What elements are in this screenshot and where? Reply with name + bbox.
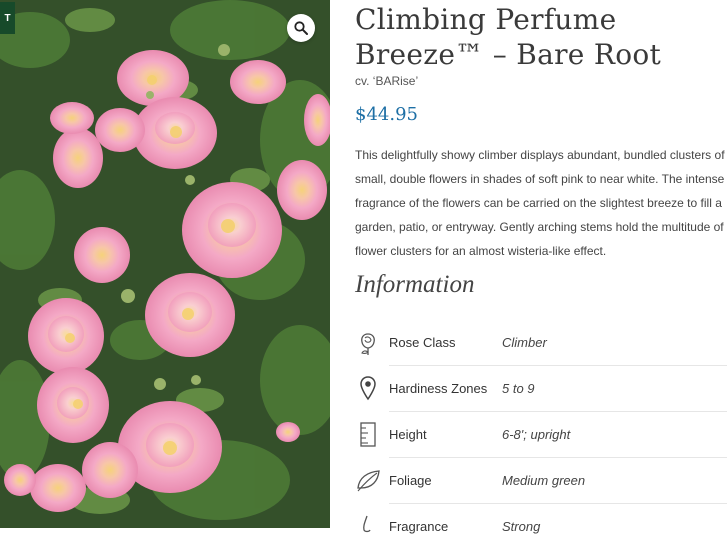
map-pin-icon (360, 376, 376, 401)
product-title-line-2: Breeze™ – Bare Root (355, 38, 662, 71)
info-value: 6-8'; upright (502, 427, 571, 442)
description-line: This delightfully showy climber displays… (355, 148, 725, 162)
description-line: fragrance of the flowers can be carried … (355, 196, 722, 210)
info-row-fragrance: Fragrance Strong (355, 504, 727, 550)
info-row-foliage: Foliage Medium green (355, 458, 727, 504)
nose-icon (363, 515, 371, 533)
corner-badge: T (0, 2, 15, 34)
info-label: Height (389, 427, 427, 442)
description-line: small, double flowers in shades of soft … (355, 172, 725, 186)
info-value: 5 to 9 (502, 381, 535, 396)
leaf-icon (357, 470, 380, 492)
cultivar-name: cv. ‘BARise’ (355, 74, 419, 88)
description-line: flower clusters for an almost wisteria-l… (355, 244, 607, 258)
info-label: Fragrance (389, 519, 449, 534)
info-row-rose-class: Rose Class Climber (355, 320, 727, 366)
product-details: Climbing Perfume Breeze™ – Bare Root cv.… (355, 0, 727, 534)
height-icon (360, 422, 376, 447)
product-image[interactable]: T (0, 0, 330, 528)
rose-photo (0, 0, 330, 528)
info-value: Medium green (502, 473, 586, 488)
info-label: Rose Class (389, 335, 456, 350)
product-title: Climbing Perfume Breeze™ – Bare Root (355, 2, 727, 72)
information-heading: Information (355, 271, 475, 298)
magnifier-icon (294, 21, 308, 35)
info-label: Hardiness Zones (389, 381, 488, 396)
info-value: Strong (502, 519, 541, 534)
rose-icon (361, 333, 375, 355)
zoom-button[interactable] (287, 14, 315, 42)
info-value: Climber (502, 335, 547, 350)
info-label: Foliage (389, 473, 432, 488)
product-title-line-1: Climbing Perfume (355, 3, 617, 36)
product-description: This delightfully showy climber displays… (355, 143, 727, 263)
product-price: $44.95 (355, 104, 418, 125)
info-row-height: Height 6-8'; upright (355, 412, 727, 458)
info-row-hardiness-zones: Hardiness Zones 5 to 9 (355, 366, 727, 412)
description-line: garden, patio, or entryway. Gently archi… (355, 220, 724, 234)
